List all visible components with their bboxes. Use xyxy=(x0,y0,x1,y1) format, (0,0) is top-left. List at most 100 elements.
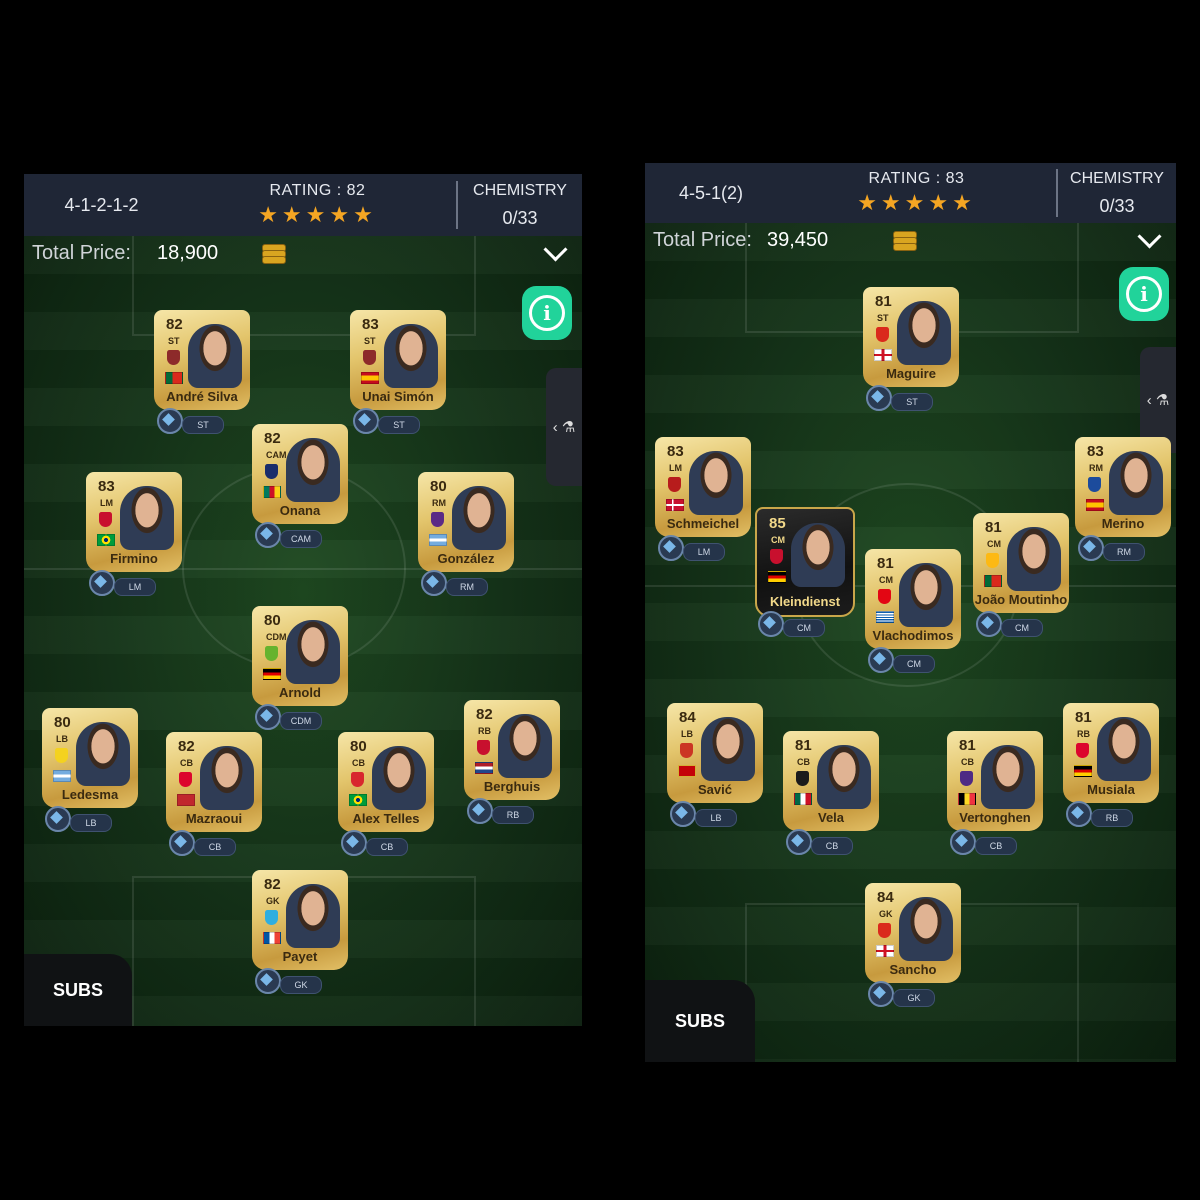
slot-position: LM xyxy=(114,578,156,596)
refresh-info-button[interactable]: i xyxy=(522,286,572,340)
price-row: Total Price: 39,450 xyxy=(653,223,1162,257)
rating-label: RATING : 82 xyxy=(269,182,366,199)
player-name: Musiala xyxy=(1087,782,1135,797)
chemistry-diamond-icon xyxy=(157,408,183,434)
player-card[interactable]: 84 GK Sancho GK xyxy=(865,883,961,1007)
flag-germany-icon xyxy=(263,668,281,680)
player-position: LB xyxy=(681,729,693,739)
flag-denmark-icon xyxy=(666,499,684,511)
player-card[interactable]: 80 CDM Arnold CDM xyxy=(252,606,348,730)
club-badge-icon xyxy=(55,748,68,763)
player-card[interactable]: 80 LB Ledesma LB xyxy=(42,708,138,832)
flag-belgium-icon xyxy=(958,793,976,805)
flag-portugal-icon xyxy=(165,372,183,384)
player-card[interactable]: 81 RB Musiala RB xyxy=(1063,703,1159,827)
player-position: CM xyxy=(879,575,893,585)
formation-label[interactable]: 4-1-2-1-2 xyxy=(24,195,179,216)
total-price-value: 18,900 xyxy=(157,241,219,264)
player-position: CB xyxy=(180,758,193,768)
star-rating: ★★★★★ xyxy=(258,202,377,227)
player-card[interactable]: 83 ST Unai Simón ST xyxy=(350,310,446,434)
player-rating: 80 xyxy=(264,612,281,629)
player-rating: 81 xyxy=(985,519,1002,536)
player-photo xyxy=(286,620,340,684)
chemistry-diamond-icon xyxy=(169,830,195,856)
player-card[interactable]: 80 RM González RM xyxy=(418,472,514,596)
chevron-down-icon[interactable] xyxy=(1137,223,1162,249)
player-card[interactable]: 84 LB Savić LB xyxy=(667,703,763,827)
player-card[interactable]: 81 CM Vlachodimos CM xyxy=(865,549,961,673)
player-name: Vlachodimos xyxy=(872,628,954,643)
player-card[interactable]: 85 CM Kleindienst CM xyxy=(755,507,855,637)
player-card[interactable]: 80 CB Alex Telles CB xyxy=(338,732,434,856)
flag-greece-icon xyxy=(876,611,894,623)
player-card[interactable]: 82 CAM Onana CAM xyxy=(252,424,348,548)
slot-position: RB xyxy=(492,806,534,824)
player-card[interactable]: 82 CB Mazraoui CB xyxy=(166,732,262,856)
flag-portugal-icon xyxy=(984,575,1002,587)
player-photo xyxy=(1109,451,1163,515)
slot-position: RM xyxy=(1103,543,1145,561)
player-card[interactable]: 83 LM Firmino LM xyxy=(86,472,182,596)
club-badge-icon xyxy=(770,549,783,564)
flag-argentina-icon xyxy=(429,534,447,546)
slot-position: GK xyxy=(893,989,935,1007)
player-rating: 82 xyxy=(264,876,281,893)
subs-button[interactable]: SUBS xyxy=(24,954,132,1026)
player-name: Kleindienst xyxy=(769,594,841,609)
player-photo xyxy=(452,486,506,550)
player-name: González xyxy=(437,551,495,566)
club-badge-icon xyxy=(668,477,681,492)
player-rating: 82 xyxy=(166,316,183,333)
player-card[interactable]: 81 CB Vela CB xyxy=(783,731,879,855)
slot-position: CB xyxy=(366,838,408,856)
player-position: CM xyxy=(987,539,1001,549)
total-price-label: Total Price: xyxy=(32,241,131,264)
refresh-info-icon: i xyxy=(529,295,565,331)
slot-position: ST xyxy=(891,393,933,411)
slot-position: CB xyxy=(975,837,1017,855)
chemistry-diamond-icon xyxy=(467,798,493,824)
player-card[interactable]: 81 CB Vertonghen CB xyxy=(947,731,1043,855)
player-name: Onana xyxy=(279,503,321,518)
player-photo xyxy=(372,746,426,810)
squad-panel-left: 4-1-2-1-2 RATING : 82 ★★★★★ CHEMISTRY 0/… xyxy=(24,174,582,1026)
club-badge-icon xyxy=(876,327,889,342)
player-position: ST xyxy=(364,336,376,346)
slot-position: CDM xyxy=(280,712,322,730)
player-card[interactable]: 81 CM João Moutinho CM xyxy=(973,513,1069,637)
player-rating: 80 xyxy=(350,738,367,755)
slot-position: CM xyxy=(783,619,825,637)
flag-cameroon-icon xyxy=(263,486,281,498)
slot-position: CM xyxy=(1001,619,1043,637)
player-position: GK xyxy=(266,896,280,906)
player-rating: 83 xyxy=(1087,443,1104,460)
player-photo xyxy=(1007,527,1061,591)
subs-button[interactable]: SUBS xyxy=(645,980,755,1062)
player-card[interactable]: 83 LM Schmeichel LM xyxy=(655,437,751,561)
player-card[interactable]: 82 RB Berghuis RB xyxy=(464,700,560,824)
player-name: Mazraoui xyxy=(185,811,243,826)
side-tab[interactable]: ‹ ⚗ xyxy=(546,368,582,486)
player-rating: 84 xyxy=(877,889,894,906)
flag-germany-icon xyxy=(1074,765,1092,777)
player-name: Sancho xyxy=(889,962,937,977)
player-name: Vertonghen xyxy=(959,810,1031,825)
refresh-info-button[interactable]: i xyxy=(1119,267,1169,321)
formation-label[interactable]: 4-5-1(2) xyxy=(645,183,777,204)
slot-position: LB xyxy=(70,814,112,832)
club-badge-icon xyxy=(1088,477,1101,492)
flask-icon: ‹ ⚗ xyxy=(552,419,576,436)
flag-france-icon xyxy=(263,932,281,944)
player-name: Firmino xyxy=(110,551,158,566)
player-card[interactable]: 82 GK Payet GK xyxy=(252,870,348,994)
slot-position: CM xyxy=(893,655,935,673)
player-photo xyxy=(384,324,438,388)
player-name: Arnold xyxy=(279,685,321,700)
chevron-down-icon[interactable] xyxy=(543,236,568,262)
player-card[interactable]: 82 ST André Silva ST xyxy=(154,310,250,434)
chemistry-label: CHEMISTRY xyxy=(1070,169,1164,187)
player-card[interactable]: 81 ST Maguire ST xyxy=(863,287,959,411)
player-rating: 82 xyxy=(178,738,195,755)
player-card[interactable]: 83 RM Merino RM xyxy=(1075,437,1171,561)
